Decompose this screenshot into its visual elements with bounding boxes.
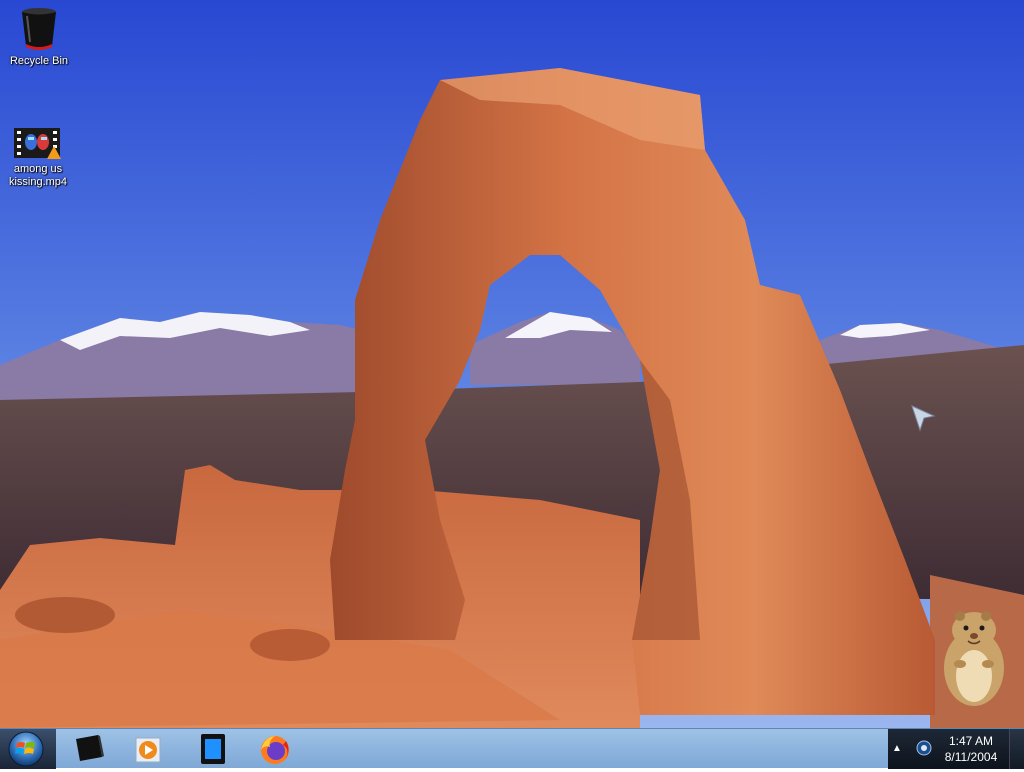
desktop-icon-recycle-bin[interactable]: Recycle Bin [1, 6, 77, 68]
clock-time: 1:47 AM [948, 734, 994, 748]
mouse-cursor-icon [911, 405, 936, 432]
tray-overflow-button[interactable]: ▲ [892, 743, 902, 754]
taskbar: ▲ 1:47 AM 8/11/2004 [0, 728, 1024, 769]
hamster-desktop-pet-icon[interactable] [938, 606, 1008, 712]
video-file-icon [14, 128, 61, 159]
taskbar-item-tablet-app[interactable] [188, 731, 238, 767]
recycle-bin-icon [22, 8, 56, 50]
tablet-icon [201, 734, 225, 764]
media-player-icon [135, 737, 161, 763]
desktop-wallpaper [0, 0, 1024, 728]
network-icon[interactable] [916, 740, 932, 756]
clock-date: 8/11/2004 [944, 750, 998, 764]
clock[interactable]: 1:47 AM 8/11/2004 [938, 733, 1004, 765]
show-desktop-button[interactable] [1009, 729, 1024, 769]
desktop-icon-label-line1: among us [13, 163, 63, 175]
desktop-icon-video-file[interactable]: among us kissing.mp4 [0, 126, 76, 189]
desktop-icon-label: among us kissing.mp4 [0, 163, 76, 189]
desktop-icon-label-line2: kissing.mp4 [8, 176, 68, 188]
start-button[interactable] [0, 729, 56, 769]
terminal-icon [76, 735, 104, 761]
windows-start-orb-icon [8, 731, 44, 767]
desktop-icon-label: Recycle Bin [9, 55, 69, 67]
taskbar-item-firefox[interactable] [250, 731, 300, 767]
taskbar-item-console-app[interactable] [64, 731, 114, 767]
system-tray: ▲ 1:47 AM 8/11/2004 [888, 729, 1024, 769]
taskbar-item-media-player[interactable] [124, 731, 174, 767]
firefox-icon [261, 736, 289, 764]
